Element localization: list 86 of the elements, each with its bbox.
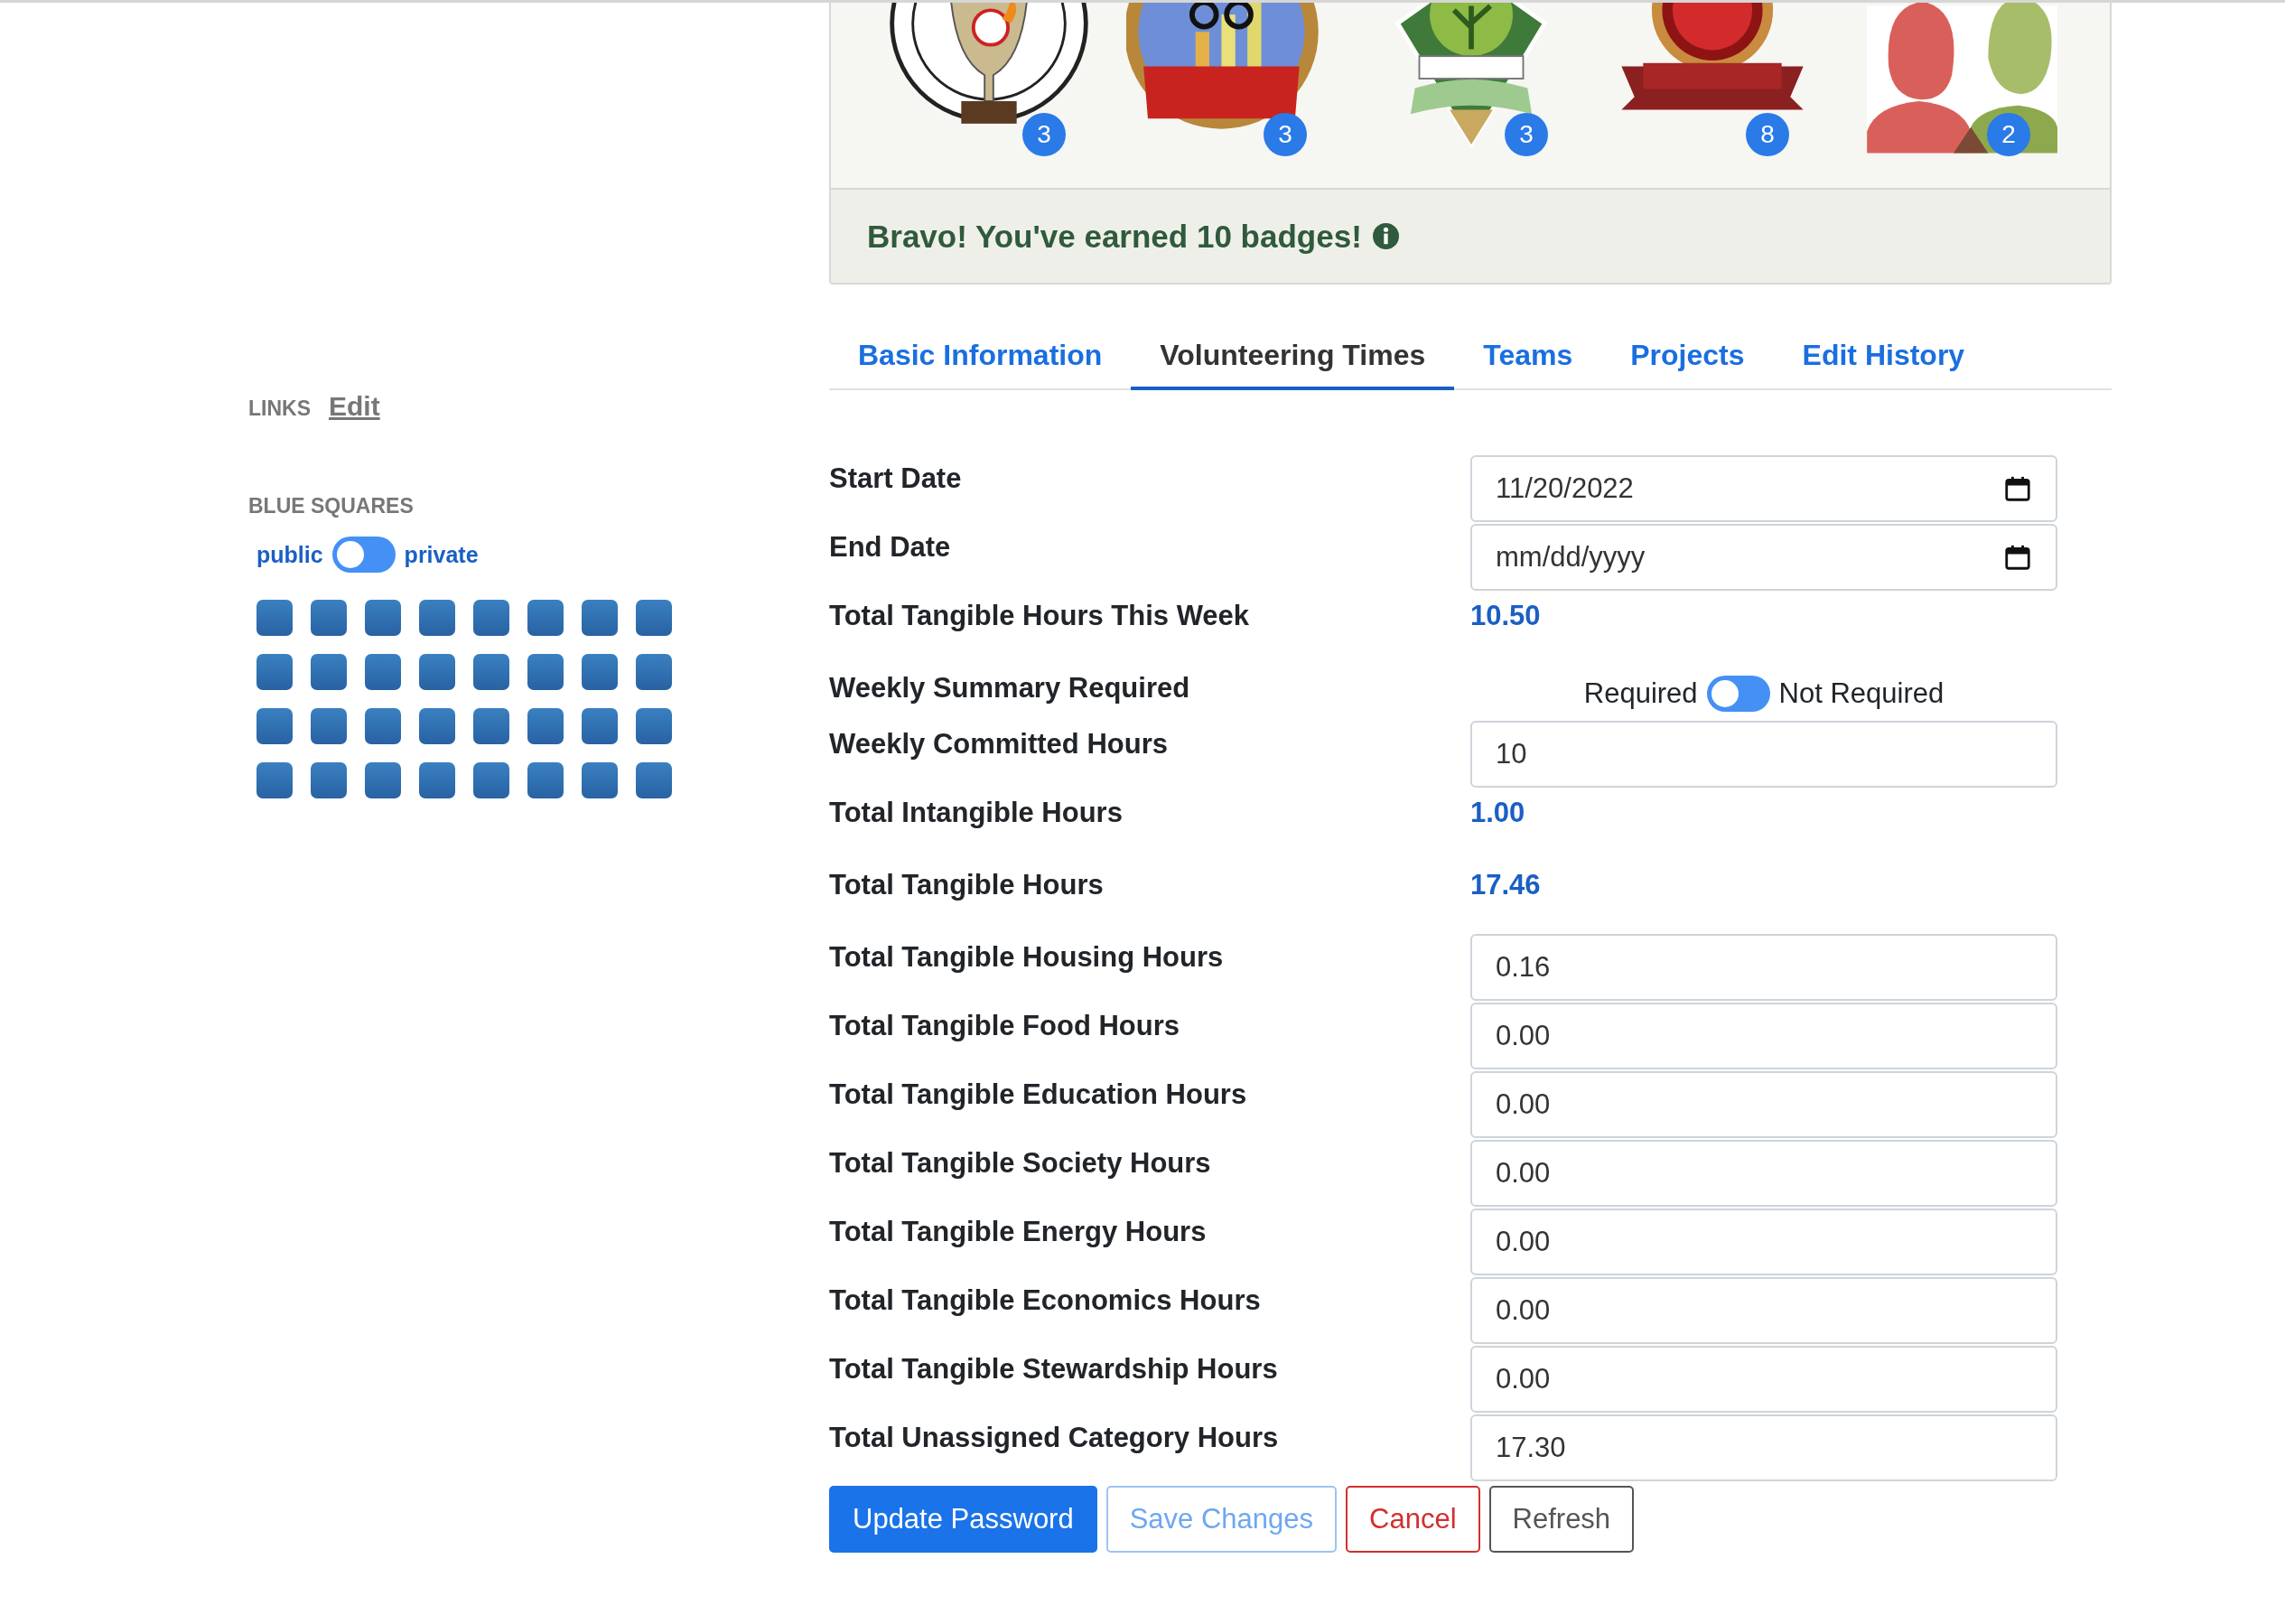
square-tile [582, 654, 618, 690]
field-label: Total Tangible Energy Hours [829, 1215, 1208, 1248]
square-tile [311, 654, 347, 690]
field-label: Total Tangible Food Hours [829, 1009, 1181, 1042]
square-tile [527, 762, 564, 798]
tab[interactable]: Edit History [1773, 321, 1994, 390]
hours-value: 10.50 [1470, 599, 1542, 632]
square-tile [473, 762, 509, 798]
field-label: Total Tangible Housing Hours [829, 940, 1225, 974]
hours-value: 1.00 [1470, 796, 1526, 829]
square-tile [582, 762, 618, 798]
square-tile [311, 762, 347, 798]
edit-link[interactable]: Edit [329, 391, 380, 422]
square-tile [636, 654, 672, 690]
hours-field[interactable]: 0.00 [1470, 1277, 2057, 1344]
date-field[interactable]: 11/20/2022 [1470, 455, 2057, 522]
danger-button[interactable]: Cancel [1346, 1486, 1480, 1553]
square-tile [419, 654, 455, 690]
field-label: End Date [829, 530, 952, 564]
hours-field[interactable]: 0.16 [1470, 934, 2057, 1001]
secondary-button[interactable]: Refresh [1488, 1486, 1635, 1553]
square-tile [365, 654, 401, 690]
square-tile [256, 708, 293, 744]
info-icon[interactable] [1372, 223, 1399, 249]
tab[interactable]: Teams [1454, 321, 1602, 390]
hours-field[interactable]: 17.30 [1470, 1414, 2057, 1481]
badge-count: 3 [1022, 113, 1066, 156]
field-label: Total Tangible Stewardship Hours [829, 1352, 1279, 1386]
square-tile [256, 600, 293, 636]
date-field[interactable]: mm/dd/yyyy [1470, 524, 2057, 591]
square-tile [527, 708, 564, 744]
badge-count: 3 [1505, 113, 1548, 156]
hours-value: 17.46 [1470, 868, 1542, 901]
section-heading: BLUE SQUARES [248, 494, 415, 518]
primary-button[interactable]: Update Password [829, 1486, 1097, 1553]
field-label: Weekly Summary Required [829, 671, 1191, 705]
square-tile [365, 762, 401, 798]
square-tile [365, 708, 401, 744]
tab[interactable]: Basic Information [829, 321, 1132, 390]
field-label: Start Date [829, 462, 963, 495]
hours-field[interactable]: 0.00 [1470, 1140, 2057, 1207]
hours-field[interactable]: 0.00 [1470, 1071, 2057, 1138]
square-tile [473, 654, 509, 690]
square-tile [582, 600, 618, 636]
square-tile [311, 600, 347, 636]
square-tile [365, 600, 401, 636]
summary-toggle[interactable] [1706, 676, 1770, 712]
square-tile [419, 708, 455, 744]
square-tile [636, 762, 672, 798]
field-label: Total Tangible Economics Hours [829, 1283, 1262, 1317]
field-label: Weekly Committed Hours [829, 727, 1169, 761]
square-tile [256, 654, 293, 690]
badge-count: 8 [1746, 113, 1789, 156]
square-tile [636, 600, 672, 636]
hours-field[interactable]: 0.00 [1470, 1209, 2057, 1275]
tab[interactable]: Projects [1601, 321, 1774, 390]
private-label: private [404, 541, 479, 568]
calendar-icon[interactable] [2005, 476, 2030, 501]
field-label: Total Unassigned Category Hours [829, 1421, 1280, 1454]
field-label: Total Intangible Hours [829, 796, 1124, 829]
square-tile [311, 708, 347, 744]
field-label: Total Tangible Society Hours [829, 1146, 1212, 1180]
square-tile [527, 654, 564, 690]
not-required-label: Not Required [1778, 677, 1945, 710]
hours-field[interactable]: 0.00 [1470, 1346, 2057, 1413]
badge-message: Bravo! You've earned 10 badges! [867, 218, 1362, 255]
links-heading: LINKS [248, 397, 311, 421]
field-label: Total Tangible Hours [829, 868, 1105, 901]
hours-field[interactable]: 10 [1470, 721, 2057, 788]
square-tile [256, 762, 293, 798]
public-label: public [256, 541, 323, 568]
hours-field[interactable]: 0.00 [1470, 1003, 2057, 1069]
field-label: Total Tangible Hours This Week [829, 599, 1251, 632]
square-tile [527, 600, 564, 636]
calendar-icon[interactable] [2005, 545, 2030, 570]
square-tile [473, 600, 509, 636]
square-tile [419, 762, 455, 798]
field-label: Total Tangible Education Hours [829, 1078, 1248, 1111]
privacy-toggle[interactable] [331, 537, 396, 573]
badge-count: 3 [1264, 113, 1307, 156]
square-tile [419, 600, 455, 636]
required-label: Required [1583, 677, 1698, 710]
square-tile [473, 708, 509, 744]
square-tile [582, 708, 618, 744]
tab[interactable]: Volunteering Times [1131, 321, 1455, 390]
square-tile [636, 708, 672, 744]
